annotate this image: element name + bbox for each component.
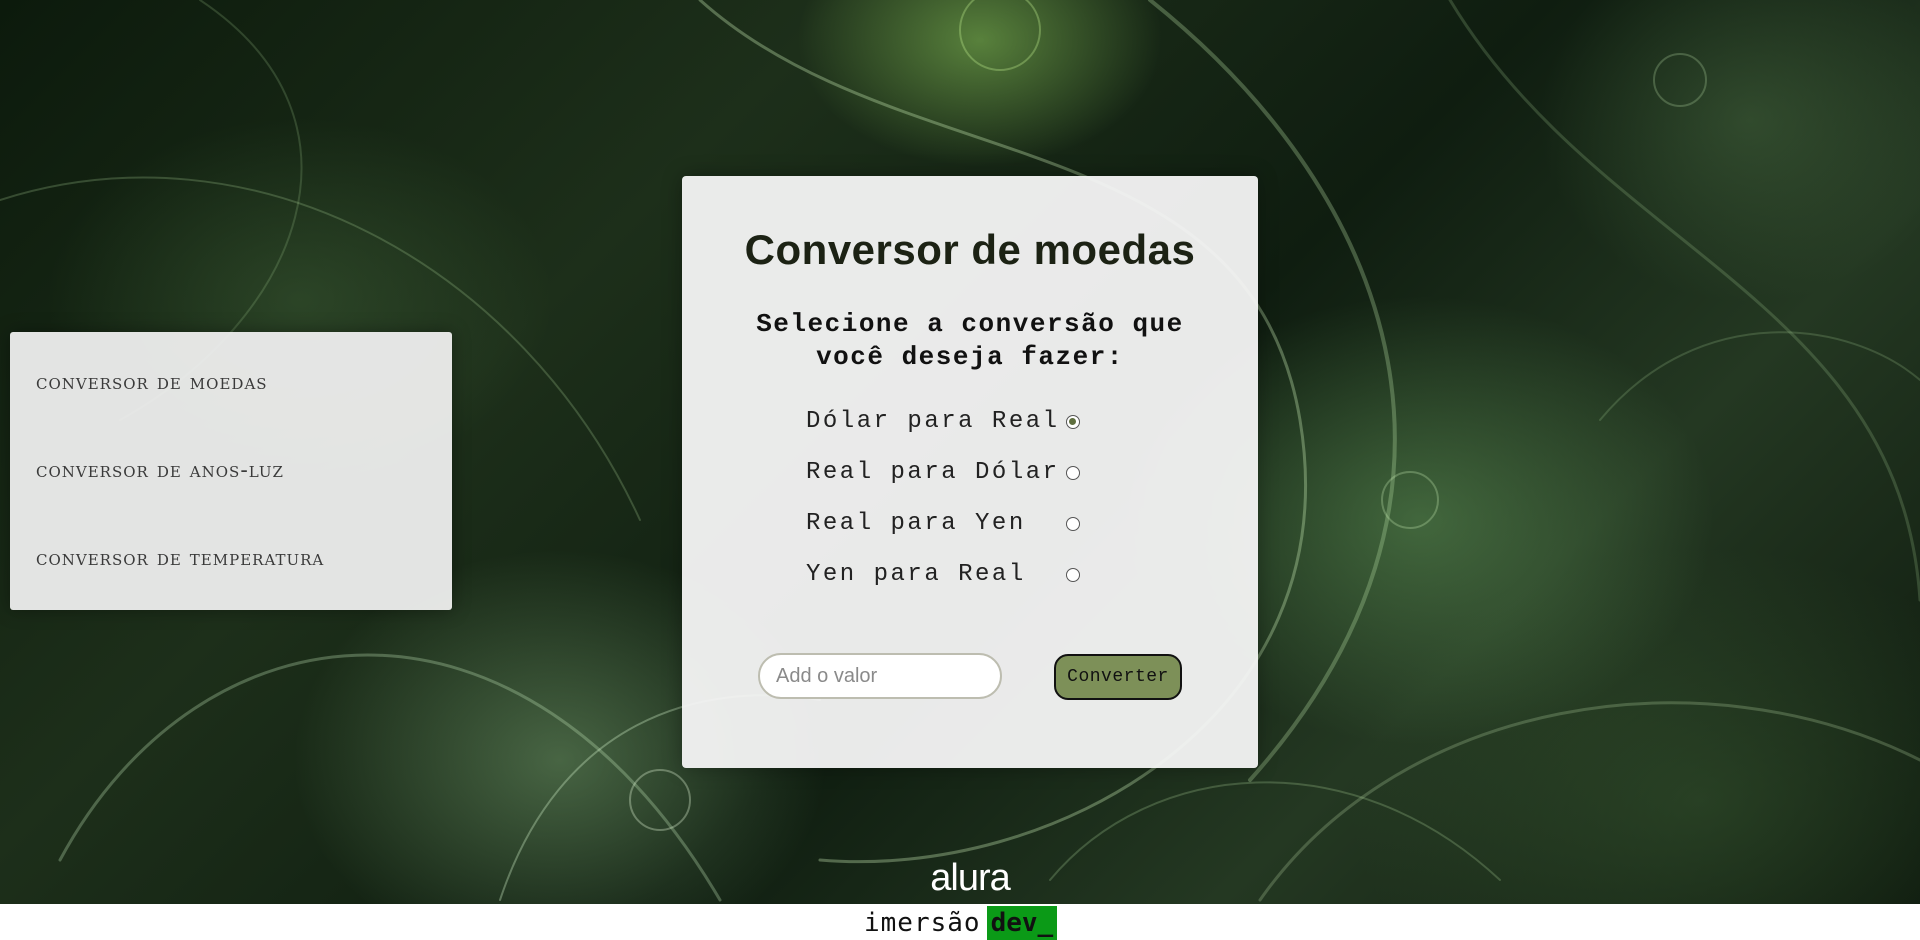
option-yen-to-real[interactable]: Yen para Real	[806, 560, 1126, 590]
value-input[interactable]	[758, 653, 1002, 699]
radio-yen-to-real[interactable]	[1066, 568, 1080, 582]
option-label: Real para Dólar	[806, 459, 1060, 486]
convert-button[interactable]: Converter	[1054, 654, 1182, 700]
sidebar-item-light-year-converter[interactable]: Conversor de anos-luz	[36, 458, 284, 483]
sidebar-item-label: Conversor de temperatura	[36, 546, 325, 571]
alura-logo: alura	[930, 857, 1011, 899]
option-real-to-yen[interactable]: Real para Yen	[806, 509, 1126, 539]
radio-real-to-yen[interactable]	[1066, 517, 1080, 531]
brand-text: imersão	[864, 908, 981, 938]
sidebar-item-temperature-converter[interactable]: Conversor de temperatura	[36, 546, 324, 571]
footer: imersão dev_	[0, 904, 1920, 940]
converter-card: Conversor de moedas Selecione a conversã…	[682, 176, 1258, 768]
page-title: Conversor de moedas	[744, 226, 1196, 273]
option-label: Yen para Real	[806, 561, 1026, 588]
instruction-text: Selecione a conversão que você deseja fa…	[756, 309, 1184, 372]
sidebar-item-label: Conversor de anos-luz	[36, 458, 284, 483]
sidebar-item-currency-converter[interactable]: Conversor de moedas	[36, 370, 268, 395]
radio-dollar-to-real[interactable]	[1066, 415, 1080, 429]
option-dollar-to-real[interactable]: Dólar para Real	[806, 407, 1126, 437]
option-label: Dólar para Real	[806, 408, 1060, 435]
sidebar-item-label: Conversor de moedas	[36, 370, 268, 395]
option-real-to-dollar[interactable]: Real para Dólar	[806, 458, 1126, 488]
brand-highlight: dev_	[986, 906, 1058, 940]
imersao-dev-brand: imersão dev_	[864, 906, 1058, 940]
option-label: Real para Yen	[806, 510, 1026, 537]
converter-sidebar: Conversor de moedas Conversor de anos-lu…	[10, 332, 452, 610]
radio-real-to-dollar[interactable]	[1066, 466, 1080, 480]
